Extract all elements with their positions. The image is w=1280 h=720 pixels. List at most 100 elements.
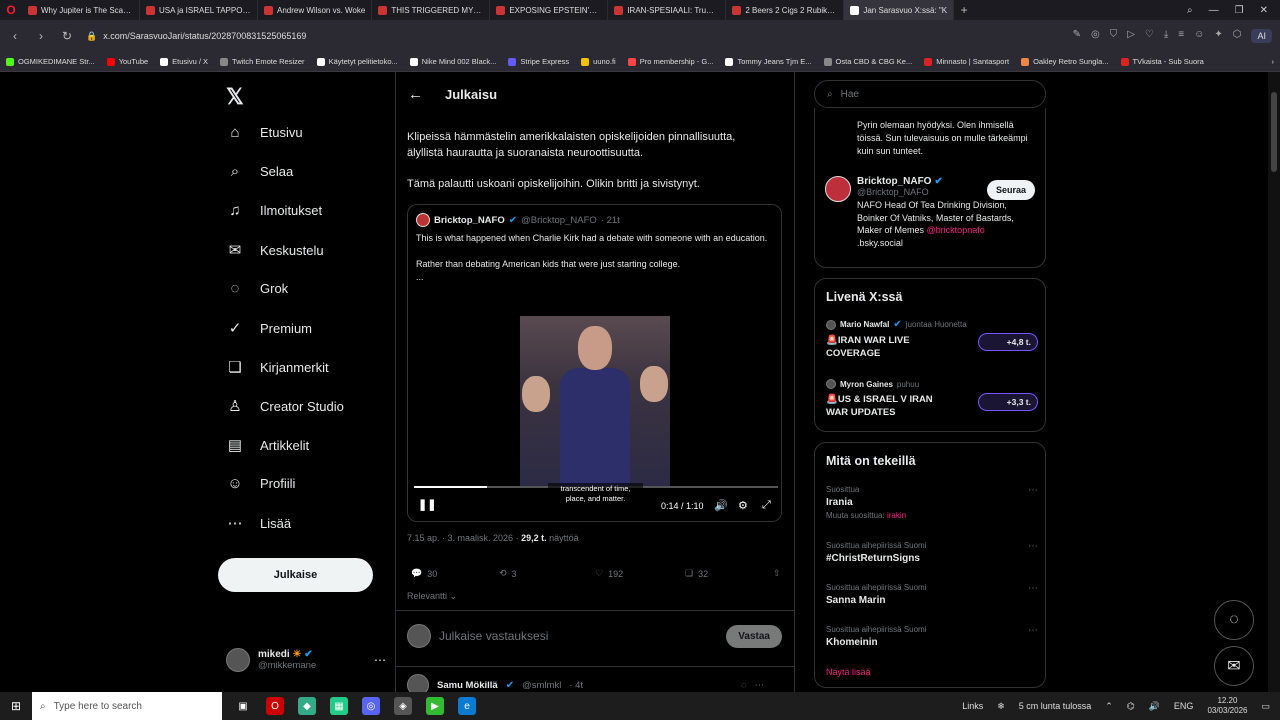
more-icon[interactable]: ⋯ [1028,625,1038,636]
edit-icon[interactable]: ✎ [1073,29,1081,43]
ai-button[interactable]: AI [1251,29,1272,43]
reload-icon[interactable]: ↻ [60,29,74,43]
browser-tab[interactable]: IRAN-SPESIAALI: Trumpin [608,0,727,20]
bookmark-item[interactable]: Minnasto | Santasport [924,57,1009,66]
shield-icon[interactable]: ⛉ [1110,29,1118,43]
nav-item-kirjanmerkit[interactable]: ❏ Kirjanmerkit [226,358,328,376]
search-tabs-icon[interactable]: ⌕ [1187,5,1193,16]
opera-taskbar-icon[interactable]: O [266,697,284,715]
follow-button[interactable]: Seuraa [986,180,1035,200]
volume-icon[interactable]: 🔊 [714,499,728,512]
app-icon[interactable]: ◆ [298,697,316,715]
windows-start-icon[interactable]: ⊞ [0,699,32,713]
play-icon[interactable]: ▷ [1127,29,1135,43]
camera-icon[interactable]: ◎ [1091,29,1100,43]
menu-icon[interactable]: ≡ [1178,29,1184,43]
who-bio-link[interactable]: @bricktopnafo [927,225,985,235]
network-icon[interactable]: ⌬ [1127,701,1135,712]
volume-icon[interactable]: 🔊 [1149,701,1160,712]
extension-icon[interactable]: ✦ [1214,29,1222,43]
discord-icon[interactable]: ◎ [362,697,380,715]
browser-tab[interactable]: USA ja ISRAEL TAPPONAT [140,0,258,20]
show-more-link[interactable]: Näytä lisää [826,667,871,677]
post-timestamp[interactable]: 7.15 ap. · 3. maalisk. 2026 · [407,533,519,543]
reply-author-name[interactable]: Samu Mökillä [437,680,498,691]
bookmark-item[interactable]: Oakley Retro Sungla... [1021,57,1109,66]
taskbar-search[interactable]: ⌕ Type here to search [32,692,222,720]
more-icon[interactable]: ⋯ [1028,541,1038,552]
edge-icon[interactable]: e [458,697,476,715]
share-icon[interactable]: ⇧ [773,568,781,579]
nav-item-profiili[interactable]: ☺ Profiili [226,475,295,492]
clock[interactable]: 12.20 03/03/2026 [1207,696,1247,716]
minimize-icon[interactable]: — [1209,5,1219,16]
more-icon[interactable]: ⋯ [755,680,765,691]
live-item[interactable]: Myron Gaines puhuu 🚨US & ISRAEL V IRAN WA… [826,379,1038,419]
nav-item-ilmoitukset[interactable]: ♫ Ilmoitukset [226,202,322,219]
bookmark-action[interactable]: ❏ 32 [685,568,773,579]
quoted-post[interactable]: Bricktop_NAFO ✔ @Bricktop_NAFO · 21t Thi… [407,204,782,522]
heart-icon[interactable]: ♡ [1145,29,1154,43]
repost-action[interactable]: ⟲ 3 [499,568,595,579]
search-input[interactable]: ⌕ Hae [814,80,1046,108]
back-icon[interactable]: ‹ [8,29,22,43]
reply-input[interactable]: Julkaise vastauksesi [439,629,718,643]
like-action[interactable]: ♡ 192 [595,568,685,579]
bookmark-item[interactable]: YouTube [106,57,148,66]
reply-post[interactable]: Samu Mökillä ✔ @smlmkl · 4t ◌ ⋯ [407,674,764,692]
bookmark-item[interactable]: Pro membership - G... [627,57,713,66]
weather-text[interactable]: 5 cm lunta tulossa [1019,701,1092,711]
more-icon[interactable]: ⋯ [374,653,386,667]
reply-action[interactable]: 💬 30 [411,568,499,579]
app-icon[interactable]: ▶ [426,697,444,715]
x-logo-icon[interactable]: 𝕏 [226,84,244,110]
nav-item-grok[interactable]: ◌ Grok [226,280,289,297]
nav-item-artikkelit[interactable]: ▤ Artikkelit [226,436,309,454]
bookmark-item[interactable]: Stripe Express [508,57,569,66]
maximize-icon[interactable]: ❐ [1235,5,1244,16]
bookmark-item[interactable]: Etusivu / X [160,57,208,66]
bookmark-item[interactable]: TVkaista - Sub Suora [1120,57,1204,66]
reply-button[interactable]: Vastaa [726,624,782,648]
bookmarks-overflow-icon[interactable]: › [1272,57,1275,66]
trend-sub-link[interactable]: irakin [887,511,906,520]
live-listeners-pill[interactable]: +4,8 t. [977,333,1038,351]
url-field[interactable]: 🔒 x.com/SarasvuoJari/status/202870083152… [86,31,1061,42]
task-view-icon[interactable]: ▣ [234,697,252,715]
bookmark-item[interactable]: uuno.fi [581,57,616,66]
pause-icon[interactable]: ❚❚ [418,498,436,511]
bookmark-item[interactable]: Twitch Emote Resizer [220,57,305,66]
nav-item-premium[interactable]: ✓ Premium [226,319,312,337]
fullscreen-icon[interactable]: ⤢ [762,499,771,512]
links-toolbar[interactable]: Links [962,701,983,711]
language-indicator[interactable]: ENG [1174,701,1194,711]
grok-icon[interactable]: ◌ [741,680,747,691]
new-tab-button[interactable]: + [954,3,974,17]
grok-float-icon[interactable]: ◌ [1214,600,1254,640]
browser-tab[interactable]: Why Jupiter is The Scariest [22,0,140,20]
browser-tab[interactable]: EXPOSING EPSTEIN'S ZOR [490,0,609,20]
video-player[interactable]: ➤ transcendent of time, place, and matte… [408,305,781,521]
sort-dropdown[interactable]: Relevantti ⌄ [407,591,457,602]
notifications-icon[interactable]: ▭ [1261,701,1270,712]
nav-item-creator-studio[interactable]: ♙ Creator Studio [226,397,344,415]
more-icon[interactable]: ⋯ [1028,485,1038,496]
post-button[interactable]: Julkaise [218,558,373,592]
app-icon[interactable]: ◈ [394,697,412,715]
scrollbar[interactable] [1268,72,1280,692]
bookmark-item[interactable]: Osta CBD & CBG Ke... [823,57,912,66]
browser-tab[interactable]: 2 Beers 2 Cigs 2 Rubiks Cu [726,0,845,20]
messages-float-icon[interactable]: ✉ [1214,646,1254,686]
cube-icon[interactable]: ⬡ [1233,29,1242,43]
nav-item-selaa[interactable]: ⌕ Selaa [226,163,293,180]
account-switcher[interactable]: mikedi ☀ ✔ @mikkemane ⋯ [226,648,386,672]
browser-tab[interactable]: Jan Sarasvuo X:ssä: "K [844,0,955,20]
browser-tab[interactable]: Andrew Wilson vs. Woke [258,0,373,20]
bookmark-item[interactable]: Nike Mind 002 Black... [409,57,496,66]
app-icon[interactable]: ▦ [330,697,348,715]
trend-item[interactable]: Suosittua aihepiirissä Suomi #ChristRetur… [826,541,1038,564]
bookmark-item[interactable]: OGMIKEDIMANE Str... [6,57,95,66]
quote-author-name[interactable]: Bricktop_NAFO [434,215,505,226]
bookmark-item[interactable]: Käytetyt pelitietoko... [316,57,398,66]
opera-logo-icon[interactable]: O [0,0,22,20]
